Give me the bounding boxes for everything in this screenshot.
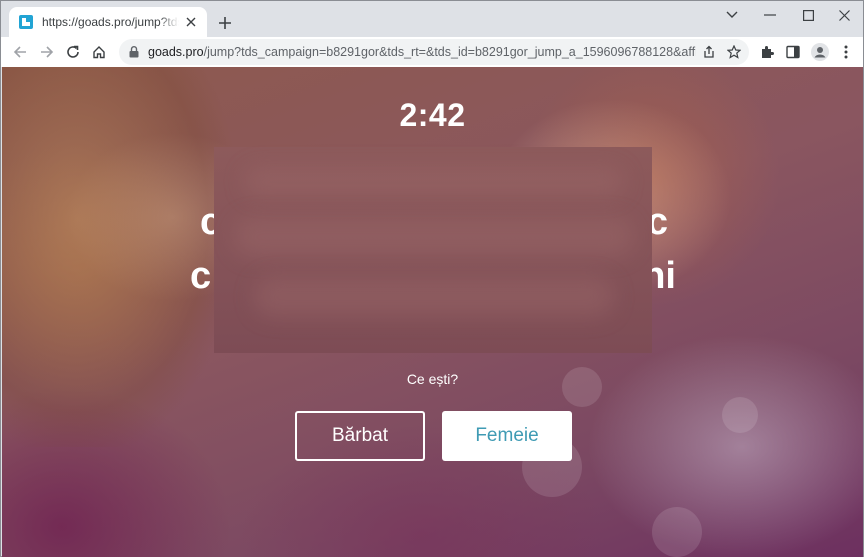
headline-fragment: c xyxy=(190,255,212,297)
tab-title: https://goads.pro/jump?tds_campaign=b829… xyxy=(42,15,179,29)
url-path: /jump?tds_campaign=b8291gor&tds_rt=&tds_… xyxy=(203,45,696,59)
minimize-button[interactable] xyxy=(751,1,789,29)
url-text[interactable]: goads.pro/jump?tds_campaign=b8291gor&tds… xyxy=(148,45,696,59)
sidepanel-icon[interactable] xyxy=(781,40,805,64)
tab-search-chevron-icon[interactable] xyxy=(713,1,751,29)
browser-tab[interactable]: https://goads.pro/jump?tds_campaign=b829… xyxy=(9,7,207,37)
bokeh-light xyxy=(722,397,758,433)
bokeh-light xyxy=(652,507,702,557)
star-icon[interactable] xyxy=(722,40,746,64)
blurred-redaction xyxy=(214,147,652,353)
profile-icon[interactable] xyxy=(808,40,832,64)
browser-window: https://goads.pro/jump?tds_campaign=b829… xyxy=(0,0,864,557)
tab-strip: https://goads.pro/jump?tds_campaign=b829… xyxy=(1,1,863,37)
share-icon[interactable] xyxy=(697,40,721,64)
countdown-timer: 2:42 xyxy=(399,97,466,133)
extensions-icon[interactable] xyxy=(755,40,779,64)
female-button[interactable]: Femeie xyxy=(442,411,572,461)
more-vert-icon[interactable] xyxy=(834,40,858,64)
male-button[interactable]: Bărbat xyxy=(295,411,425,461)
maximize-button[interactable] xyxy=(789,1,827,29)
home-icon[interactable] xyxy=(87,40,111,64)
new-tab-button[interactable] xyxy=(215,13,235,33)
browser-toolbar: goads.pro/jump?tds_campaign=b8291gor&tds… xyxy=(1,37,863,67)
gender-question: Ce ești? xyxy=(406,371,459,387)
page-content: 2:42 c c c ni Ce ești? Bărbat Femeie xyxy=(2,67,863,557)
url-host: goads.pro xyxy=(148,45,204,59)
blur-smudge xyxy=(244,167,624,197)
close-window-button[interactable] xyxy=(825,1,863,29)
reload-icon[interactable] xyxy=(61,40,85,64)
back-arrow-icon[interactable] xyxy=(8,40,32,64)
forward-arrow-icon[interactable] xyxy=(35,40,59,64)
address-bar[interactable]: goads.pro/jump?tds_campaign=b8291gor&tds… xyxy=(119,39,749,65)
blur-smudge xyxy=(254,277,614,317)
goads-favicon-icon xyxy=(19,15,33,29)
tab-close-icon[interactable] xyxy=(183,14,199,30)
blur-smudge xyxy=(234,217,634,257)
lock-icon[interactable] xyxy=(129,46,141,58)
